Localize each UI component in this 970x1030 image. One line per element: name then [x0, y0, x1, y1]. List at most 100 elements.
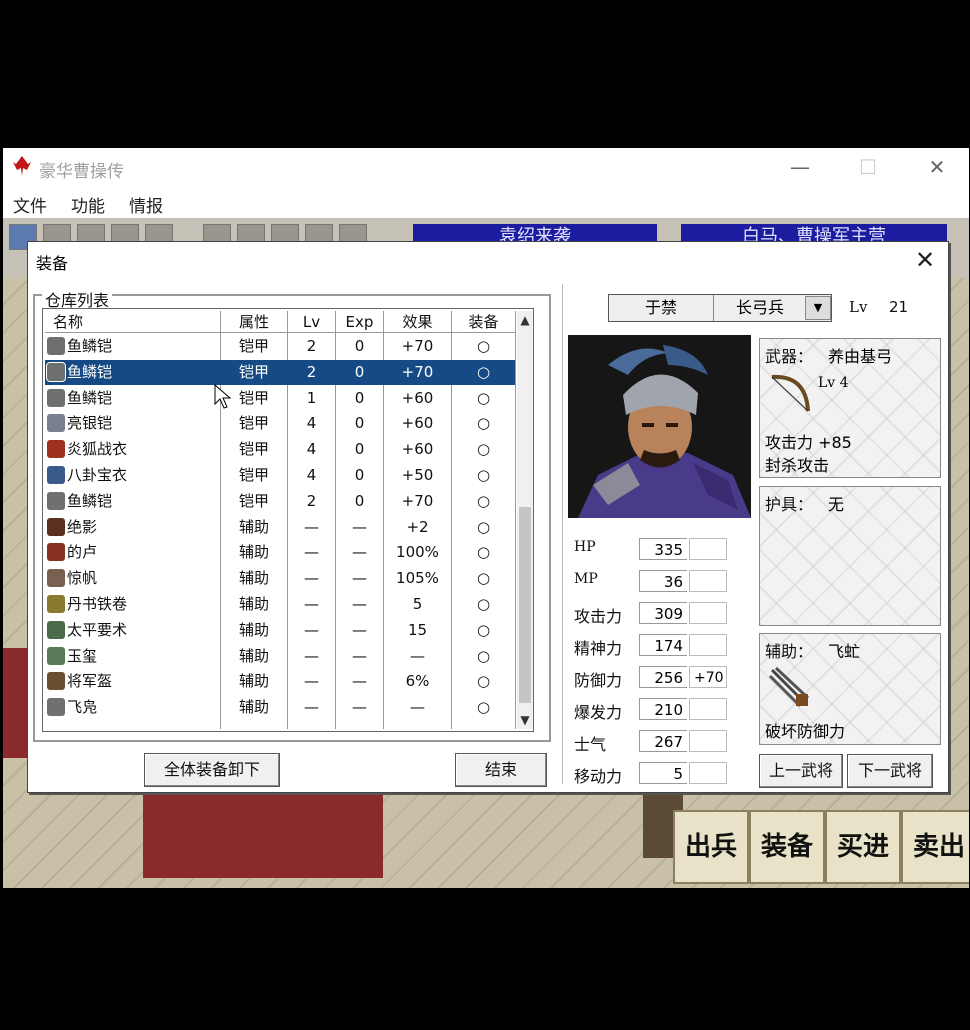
- item-exp: 0: [354, 414, 365, 433]
- item-row[interactable]: 亮银铠 铠甲 4 0 +60 ○: [45, 411, 515, 436]
- stat-label: 攻击力: [574, 607, 623, 626]
- item-equip[interactable]: ○: [452, 334, 515, 359]
- item-lv: 4: [306, 466, 317, 484]
- item-name: 飞凫: [67, 698, 98, 717]
- item-exp: —: [352, 543, 367, 562]
- warehouse-list[interactable]: 名称 属性 Lv Exp 效果 装备 鱼鳞铠 铠甲 2 0 +70 ○ 鱼鳞铠 铠甲 2 0 +70…: [42, 308, 534, 732]
- item-icon: [47, 620, 65, 639]
- item-equip[interactable]: ○: [452, 386, 515, 411]
- character-selector[interactable]: 于禁 长弓兵 ▼: [608, 294, 832, 322]
- item-icon: [47, 698, 65, 717]
- item-name: 玉玺: [67, 646, 98, 665]
- maximize-button[interactable]: ☐: [851, 154, 885, 180]
- scroll-thumb[interactable]: [519, 507, 531, 703]
- item-attr: 辅助: [238, 698, 269, 717]
- stat-bonus: [689, 730, 727, 752]
- item-effect: +60: [401, 388, 434, 407]
- col-header-lv[interactable]: Lv: [288, 311, 336, 333]
- character-name: 于禁: [609, 295, 714, 321]
- item-row[interactable]: 将军盔 辅助 — — 6% ○: [45, 669, 515, 694]
- item-exp: —: [352, 517, 367, 536]
- minimize-button[interactable]: —: [783, 154, 817, 180]
- unequip-all-button[interactable]: 全体装备卸下: [144, 753, 280, 787]
- item-equip[interactable]: ○: [452, 437, 515, 462]
- item-equip[interactable]: ○: [452, 669, 515, 694]
- dialog-close-button[interactable]: ✕: [912, 247, 938, 273]
- menu-function[interactable]: 功能: [71, 192, 105, 217]
- item-equip[interactable]: ○: [452, 540, 515, 565]
- item-row[interactable]: 鱼鳞铠 铠甲 2 0 +70 ○: [45, 334, 515, 359]
- dropdown-arrow-icon[interactable]: ▼: [805, 296, 831, 320]
- item-name: 亮银铠: [67, 414, 113, 433]
- item-effect: —: [410, 698, 425, 717]
- col-header-equip[interactable]: 装备: [452, 311, 516, 333]
- item-equip[interactable]: ○: [452, 515, 515, 540]
- item-row[interactable]: 飞凫 辅助 — — — ○: [45, 695, 515, 720]
- item-row[interactable]: 太平要术 辅助 — — 15 ○: [45, 618, 515, 643]
- item-equip[interactable]: ○: [452, 592, 515, 617]
- item-exp: 0: [354, 337, 365, 355]
- item-icon: [47, 414, 65, 433]
- item-name: 将军盔: [67, 672, 113, 691]
- armor-label: 护具：: [765, 495, 814, 514]
- mouse-cursor-icon: [214, 384, 232, 409]
- item-equip[interactable]: ○: [452, 489, 515, 514]
- col-header-exp[interactable]: Exp: [336, 311, 384, 333]
- weapon-effect: 封杀攻击: [765, 456, 830, 475]
- item-row[interactable]: 鱼鳞铠 铠甲 2 0 +70 ○: [45, 489, 515, 514]
- buy-button[interactable]: 买进: [825, 810, 901, 884]
- item-equip[interactable]: ○: [452, 360, 515, 385]
- item-attr: 铠甲: [238, 440, 269, 459]
- dialog-title: 装备: [36, 254, 69, 273]
- stat-label: 士气: [574, 735, 607, 754]
- equip-button[interactable]: 装备: [749, 810, 825, 884]
- item-effect: 105%: [396, 569, 439, 588]
- prev-general-button[interactable]: 上一武将: [759, 754, 843, 788]
- weapon-slot[interactable]: 武器： 养由基弓 Lv 4 攻击力 +85 封杀攻击: [759, 338, 941, 478]
- item-row[interactable]: 的卢 辅助 — — 100% ○: [45, 540, 515, 565]
- menu-file[interactable]: 文件: [13, 192, 47, 217]
- item-equip[interactable]: ○: [452, 566, 515, 591]
- end-button[interactable]: 结束: [455, 753, 547, 787]
- armor-slot[interactable]: 护具： 无: [759, 486, 941, 626]
- col-header-effect[interactable]: 效果: [384, 311, 452, 333]
- item-equip[interactable]: ○: [452, 463, 515, 488]
- close-window-button[interactable]: ✕: [920, 154, 954, 180]
- sell-button[interactable]: 卖出: [901, 810, 969, 884]
- deploy-button[interactable]: 出兵: [673, 810, 749, 884]
- stat-bonus: +70: [689, 666, 727, 688]
- list-scrollbar[interactable]: ▲ ▼: [517, 311, 533, 729]
- item-equip[interactable]: ○: [452, 411, 515, 436]
- item-row[interactable]: 鱼鳞铠 铠甲 2 0 +70 ○: [45, 359, 515, 385]
- item-equip[interactable]: ○: [452, 695, 515, 720]
- item-attr: 铠甲: [238, 337, 269, 355]
- col-header-name[interactable]: 名称: [45, 311, 221, 333]
- item-exp: 0: [354, 362, 365, 381]
- next-general-button[interactable]: 下一武将: [847, 754, 933, 788]
- item-row[interactable]: 丹书铁卷 辅助 — — 5 ○: [45, 592, 515, 617]
- item-lv: —: [304, 672, 319, 691]
- assist-slot[interactable]: 辅助： 飞虻 破坏防御力: [759, 633, 941, 745]
- item-icon: [47, 672, 65, 691]
- item-equip[interactable]: ○: [452, 644, 515, 669]
- item-attr: 铠甲: [238, 491, 269, 510]
- item-effect: +70: [401, 491, 434, 510]
- item-row[interactable]: 惊帆 辅助 — — 105% ○: [45, 566, 515, 591]
- item-row[interactable]: 玉玺 辅助 — — — ○: [45, 644, 515, 669]
- menu-info[interactable]: 情报: [129, 192, 163, 217]
- item-equip[interactable]: ○: [452, 618, 515, 643]
- item-icon: [47, 337, 65, 355]
- item-row[interactable]: 绝影 辅助 — — +2 ○: [45, 515, 515, 540]
- item-row[interactable]: 八卦宝衣 铠甲 4 0 +50 ○: [45, 463, 515, 488]
- item-attr: 辅助: [238, 543, 269, 562]
- col-header-attr[interactable]: 属性: [221, 311, 288, 333]
- item-name: 鱼鳞铠: [67, 388, 113, 407]
- item-row[interactable]: 鱼鳞铠 铠甲 1 0 +60 ○: [45, 386, 515, 411]
- menu-bar: 文件 功能 情报: [3, 186, 969, 218]
- item-exp: —: [352, 569, 367, 588]
- scroll-up-icon[interactable]: ▲: [517, 311, 533, 329]
- item-effect: 6%: [405, 672, 430, 691]
- item-row[interactable]: 炎狐战衣 铠甲 4 0 +60 ○: [45, 437, 515, 462]
- scroll-down-icon[interactable]: ▼: [517, 711, 533, 729]
- character-portrait: [568, 335, 751, 518]
